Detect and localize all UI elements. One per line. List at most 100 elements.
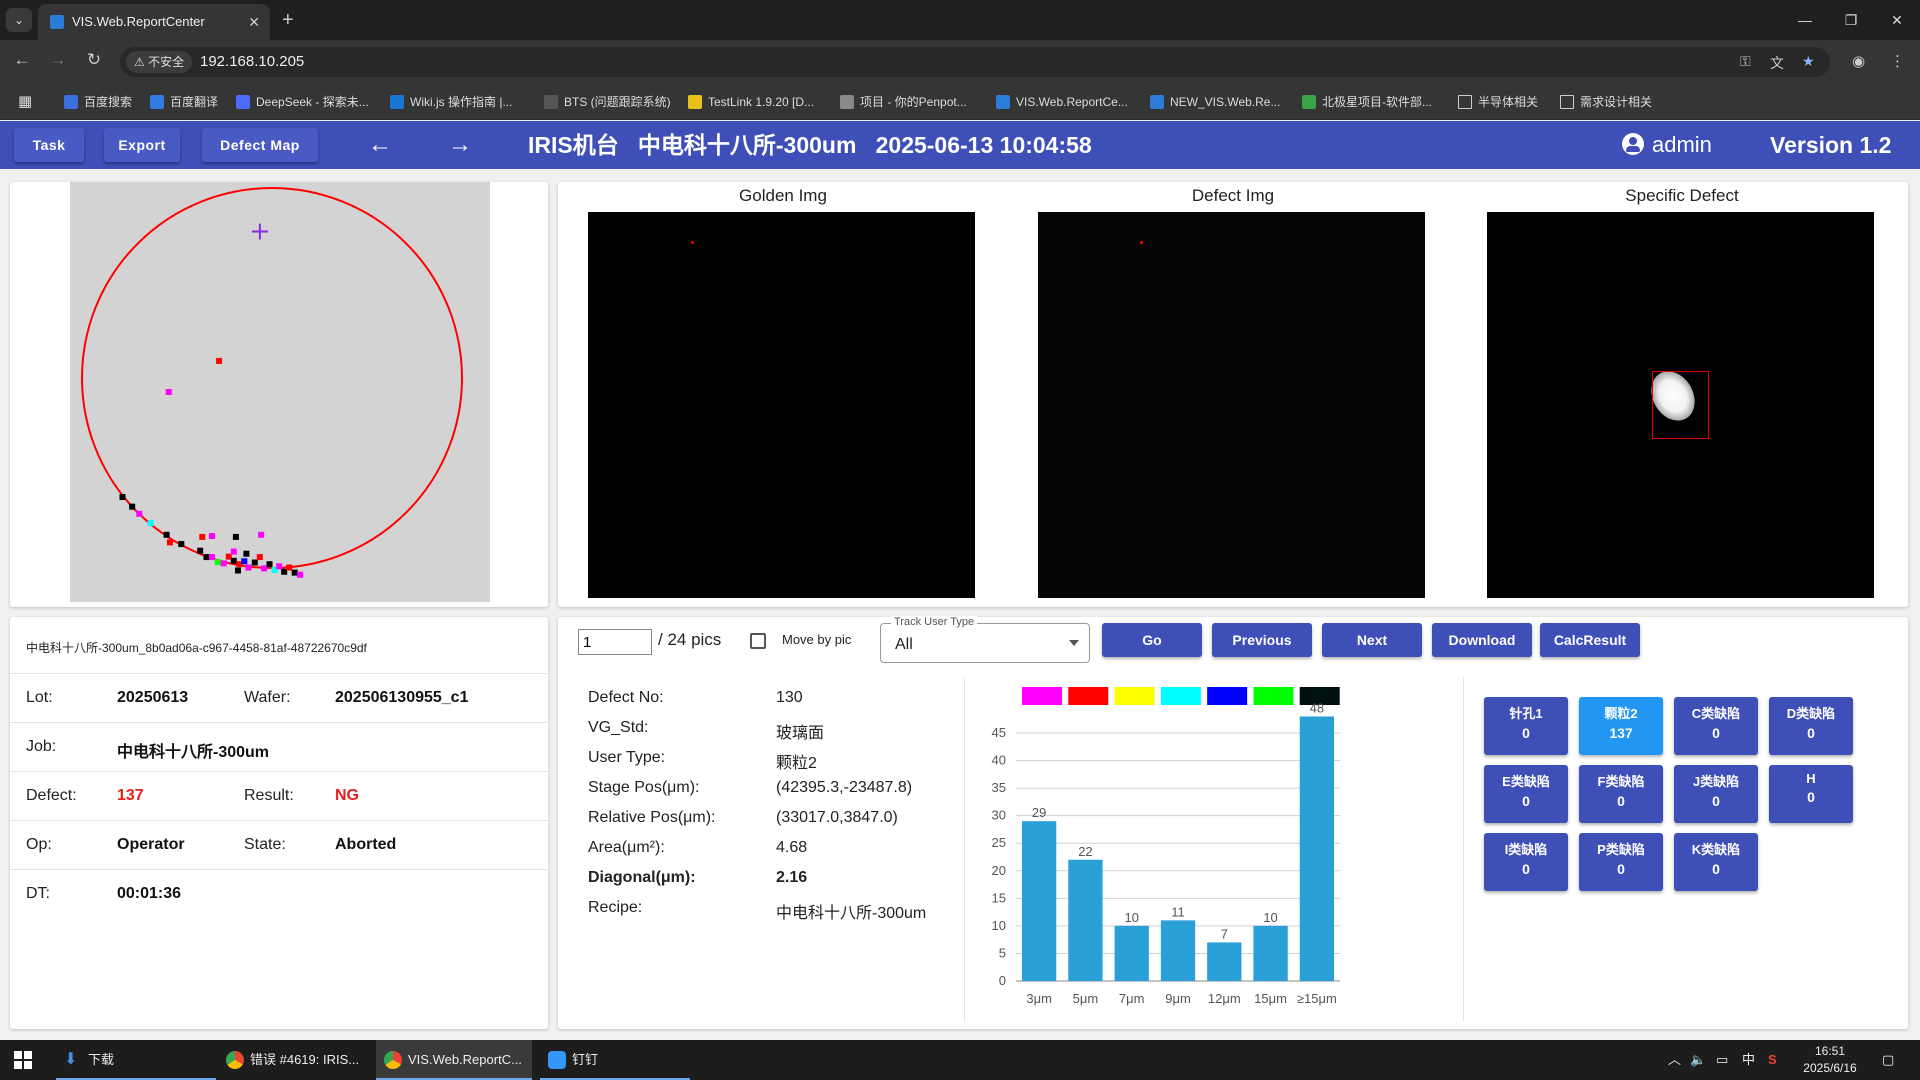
tab-close-icon[interactable]: ✕	[248, 4, 260, 40]
wafer-defect-point[interactable]	[199, 533, 206, 540]
legend-swatch[interactable]	[1253, 687, 1294, 705]
legend-swatch[interactable]	[1068, 687, 1109, 705]
wafer-defect-point[interactable]	[208, 533, 215, 540]
next-button[interactable]: Next	[1322, 623, 1422, 657]
wafer-defect-point[interactable]	[243, 550, 250, 557]
next-arrow-icon[interactable]: →	[448, 128, 472, 162]
wafer-defect-point[interactable]	[147, 520, 154, 527]
download-button[interactable]: Download	[1432, 623, 1532, 657]
wafer-map[interactable]	[70, 182, 490, 602]
bar[interactable]	[1068, 859, 1103, 981]
sogou-ime-icon[interactable]: S	[1768, 1040, 1777, 1080]
wafer-defect-point[interactable]	[136, 510, 143, 517]
bookmark-item[interactable]: TestLink 1.9.20 [D...	[688, 84, 814, 120]
bookmark-item[interactable]: VIS.Web.ReportCe...	[996, 84, 1128, 120]
wafer-defect-point[interactable]	[230, 548, 237, 555]
bookmark-folder[interactable]: 半导体相关	[1458, 84, 1538, 120]
bookmark-star-icon[interactable]: ★	[1802, 53, 1815, 70]
wafer-defect-point[interactable]	[241, 558, 248, 565]
defect-type-button[interactable]: I类缺陷 0	[1484, 833, 1568, 891]
defect-type-button[interactable]: C类缺陷 0	[1674, 697, 1758, 755]
wafer-defect-point[interactable]	[216, 357, 223, 364]
bar[interactable]	[1022, 821, 1057, 981]
taskbar-dingtalk[interactable]: 钉钉	[540, 1040, 690, 1080]
wafer-defect-point[interactable]	[251, 559, 258, 566]
wafer-defect-point[interactable]	[208, 554, 215, 561]
previous-button[interactable]: Previous	[1212, 623, 1312, 657]
defect-image[interactable]	[1038, 212, 1425, 598]
start-windows-icon[interactable]	[14, 1051, 32, 1069]
profile-icon[interactable]: ◉	[1852, 52, 1865, 70]
wafer-defect-point[interactable]	[230, 557, 237, 564]
defect-type-button[interactable]: 颗粒2 137	[1579, 697, 1663, 755]
bookmark-item[interactable]: NEW_VIS.Web.Re...	[1150, 84, 1280, 120]
defect-type-button[interactable]: 针孔1 0	[1484, 697, 1568, 755]
bar[interactable]	[1299, 716, 1334, 981]
defect-type-button[interactable]: H0	[1769, 765, 1853, 823]
specific-defect-image[interactable]	[1487, 212, 1874, 598]
move-by-pic-checkbox[interactable]	[750, 633, 766, 649]
bar[interactable]	[1114, 925, 1149, 981]
bookmark-item[interactable]: 百度搜索	[64, 84, 132, 120]
url-text[interactable]: 192.168.10.205	[200, 47, 304, 77]
defect-type-button[interactable]: E类缺陷 0	[1484, 765, 1568, 823]
bar[interactable]	[1160, 920, 1196, 981]
network-icon[interactable]: ▭	[1716, 1040, 1728, 1080]
forward-icon[interactable]: →	[46, 50, 70, 70]
wafer-defect-point[interactable]	[256, 554, 263, 561]
golden-image[interactable]	[588, 212, 975, 598]
new-tab-button[interactable]: +	[282, 6, 294, 34]
bookmark-folder[interactable]: 需求设计相关	[1560, 84, 1652, 120]
wafer-defect-point[interactable]	[166, 539, 173, 546]
translate-icon[interactable]: 文	[1770, 53, 1784, 73]
defect-type-button[interactable]: K类缺陷 0	[1674, 833, 1758, 891]
calc-result-button[interactable]: CalcResult	[1540, 623, 1640, 657]
track-user-type-select[interactable]: Track User Type All	[880, 616, 1090, 663]
wafer-defect-point[interactable]	[197, 547, 204, 554]
taskbar-chrome-report[interactable]: VIS.Web.ReportC...	[376, 1040, 532, 1080]
defect-type-button[interactable]: J类缺陷 0	[1674, 765, 1758, 823]
volume-icon[interactable]: 🔈	[1690, 1040, 1706, 1080]
defect-type-button[interactable]: P类缺陷 0	[1579, 833, 1663, 891]
wafer-defect-point[interactable]	[232, 533, 239, 540]
task-button[interactable]: Task	[14, 128, 84, 162]
defect-type-button[interactable]: F类缺陷 0	[1579, 765, 1663, 823]
pic-index-input[interactable]	[578, 629, 652, 655]
browser-tab-active[interactable]: VIS.Web.ReportCenter ✕	[38, 4, 270, 40]
apps-grid-icon[interactable]: ▦	[18, 84, 32, 120]
wafer-defect-point[interactable]	[291, 569, 298, 576]
restore-button[interactable]: ❐	[1828, 0, 1874, 40]
wafer-defect-point[interactable]	[266, 561, 273, 568]
back-icon[interactable]: ←	[10, 50, 34, 70]
defect-map-button[interactable]: Defect Map	[202, 128, 318, 162]
wafer-defect-point[interactable]	[119, 494, 126, 500]
ime-indicator[interactable]: 中	[1742, 1040, 1755, 1080]
wafer-defect-point[interactable]	[165, 389, 172, 395]
system-clock[interactable]: 16:51 2025/6/16	[1790, 1043, 1870, 1077]
wafer-defect-point[interactable]	[178, 541, 185, 548]
wafer-defect-point[interactable]	[297, 571, 304, 578]
tray-chevron-icon[interactable]: ︿	[1668, 1040, 1681, 1080]
defect-type-button[interactable]: D类缺陷 0	[1769, 697, 1853, 755]
password-key-icon[interactable]: ⚿	[1740, 53, 1751, 70]
legend-swatch[interactable]	[1114, 687, 1155, 705]
bookmark-item[interactable]: 百度翻译	[150, 84, 218, 120]
legend-swatch[interactable]	[1207, 687, 1248, 705]
wafer-defect-point[interactable]	[220, 560, 227, 567]
wafer-defect-point[interactable]	[163, 531, 170, 538]
wafer-defect-point[interactable]	[276, 563, 283, 570]
wafer-defect-point[interactable]	[258, 531, 265, 538]
bookmark-item[interactable]: DeepSeek - 探索未...	[236, 84, 369, 120]
wafer-defect-point[interactable]	[245, 564, 252, 571]
address-bar[interactable]: ⚠ 不安全 192.168.10.205 ⚿ 文 ★	[120, 47, 1830, 77]
minimize-button[interactable]: —	[1782, 0, 1828, 40]
legend-swatch[interactable]	[1022, 687, 1062, 705]
user-menu[interactable]: admin	[1622, 121, 1712, 169]
wafer-defect-point[interactable]	[203, 554, 210, 561]
bar[interactable]	[1207, 942, 1242, 981]
taskbar-chrome-error[interactable]: 错误 #4619: IRIS...	[218, 1040, 368, 1080]
notification-icon[interactable]: ▢	[1882, 1040, 1894, 1080]
browser-menu-icon[interactable]: ⋮	[1890, 52, 1905, 70]
go-button[interactable]: Go	[1102, 623, 1202, 657]
bar[interactable]	[1253, 925, 1288, 981]
